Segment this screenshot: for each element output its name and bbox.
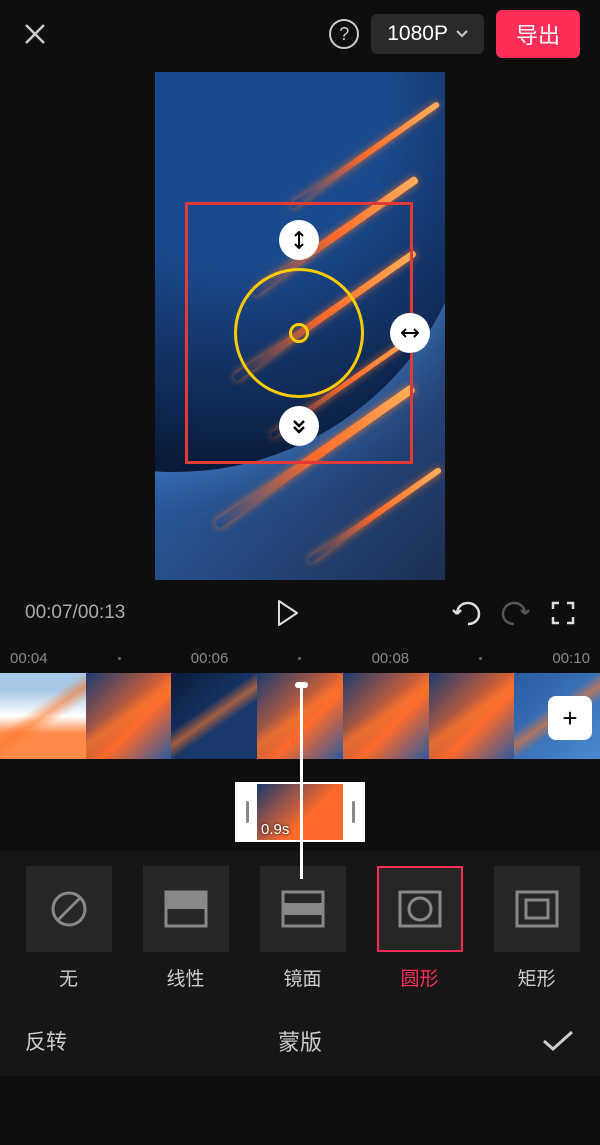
mask-option-mirror[interactable]: 镜面: [254, 866, 351, 1006]
none-icon: [49, 889, 89, 929]
checkmark-icon: [541, 1029, 575, 1053]
mask-circle-outline: [234, 268, 364, 398]
playhead[interactable]: [300, 684, 303, 879]
clip-trim-left[interactable]: [237, 784, 257, 840]
circle-icon: [398, 889, 442, 929]
timeline-ruler[interactable]: 00:04 00:06 00:08 00:10: [0, 643, 600, 673]
horizontal-arrow-icon: [401, 324, 419, 342]
mask-option-label: 无: [59, 964, 78, 991]
mask-option-none[interactable]: 无: [20, 866, 117, 1006]
time-display: 00:07/00:13: [25, 602, 125, 624]
clip-thumbnail[interactable]: [343, 673, 429, 759]
rect-icon: [515, 889, 559, 929]
mask-bounding-box[interactable]: [185, 202, 413, 464]
ruler-mark: 00:08: [372, 650, 410, 667]
linear-icon: [164, 889, 208, 929]
preview-frame: [155, 72, 445, 580]
clip-thumbnail[interactable]: [171, 673, 257, 759]
confirm-button[interactable]: [541, 1029, 575, 1053]
clip-trim-right[interactable]: [343, 784, 363, 840]
resolution-label: 1080P: [387, 22, 448, 46]
redo-icon: [501, 600, 531, 626]
add-clip-button[interactable]: +: [548, 696, 592, 740]
mask-option-linear[interactable]: 线性: [137, 866, 234, 1006]
clip-duration-label: 0.9s: [261, 821, 289, 838]
chevron-down-icon: [456, 30, 468, 38]
clip-thumbnail[interactable]: [86, 673, 172, 759]
undo-button[interactable]: [451, 600, 481, 626]
mask-option-rect[interactable]: 矩形: [488, 866, 585, 1006]
mask-feather-handle[interactable]: [279, 406, 319, 446]
mirror-icon: [281, 889, 325, 929]
export-button[interactable]: 导出: [496, 10, 580, 58]
mask-option-label: 线性: [166, 964, 204, 991]
vertical-arrow-icon: [290, 231, 308, 249]
mask-option-label: 镜面: [283, 964, 321, 991]
mask-option-circle[interactable]: 圆形: [371, 866, 468, 1006]
clip-thumbnail[interactable]: [429, 673, 515, 759]
ruler-mark: 00:04: [10, 650, 48, 667]
play-icon: [276, 599, 300, 627]
invert-button[interactable]: 反转: [25, 1026, 67, 1056]
ruler-mark: 00:10: [552, 650, 590, 667]
redo-button[interactable]: [501, 600, 531, 626]
ruler-mark: 00:06: [191, 650, 229, 667]
mask-option-label: 矩形: [517, 964, 555, 991]
fullscreen-button[interactable]: [551, 601, 575, 625]
help-button[interactable]: ?: [329, 19, 359, 49]
resolution-dropdown[interactable]: 1080P: [371, 14, 484, 54]
clip-thumbnail[interactable]: [0, 673, 86, 759]
mask-center-point: [289, 323, 309, 343]
fullscreen-icon: [551, 601, 575, 625]
preview-area[interactable]: [0, 68, 600, 583]
panel-title: 蒙版: [278, 1025, 322, 1057]
double-chevron-down-icon: [290, 417, 308, 435]
mask-horizontal-handle[interactable]: [390, 313, 430, 353]
mask-vertical-handle[interactable]: [279, 220, 319, 260]
undo-icon: [451, 600, 481, 626]
play-button[interactable]: [276, 599, 300, 627]
mask-option-label: 圆形: [400, 964, 438, 991]
close-button[interactable]: [20, 19, 50, 49]
